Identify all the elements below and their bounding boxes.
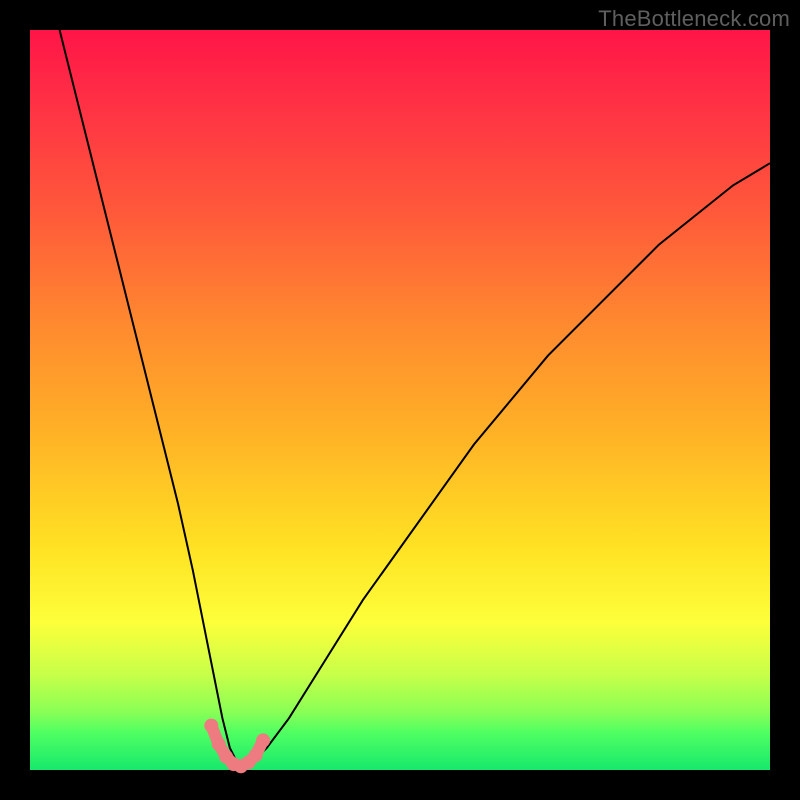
- outer-frame: TheBottleneck.com: [0, 0, 800, 800]
- bottleneck-curve: [60, 30, 770, 766]
- min-cluster-dot: [204, 719, 218, 733]
- min-cluster-dot: [256, 733, 270, 747]
- watermark-text: TheBottleneck.com: [598, 6, 790, 32]
- min-cluster-dots: [204, 719, 270, 774]
- plot-area: [30, 30, 770, 770]
- min-cluster-dot: [249, 748, 263, 762]
- chart-svg: [30, 30, 770, 770]
- min-cluster-dot: [212, 737, 226, 751]
